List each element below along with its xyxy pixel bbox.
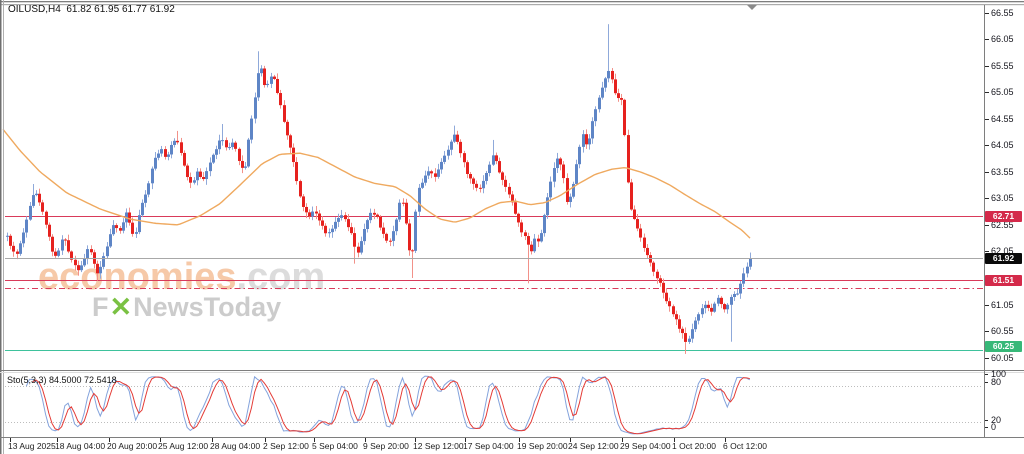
price-level-badge: 60.25 — [985, 341, 1022, 352]
price-axis-label: 65.55 — [991, 61, 1024, 71]
time-axis-label: 12 Sep 12:00 — [413, 441, 464, 451]
price-axis-label: 60.55 — [991, 326, 1024, 336]
time-axis-label: 18 Aug 04:00 — [55, 441, 105, 451]
time-axis-label: 29 Sep 04:00 — [620, 441, 671, 451]
time-axis-label: 24 Sep 12:00 — [568, 441, 619, 451]
time-axis-label: 9 Sep 20:00 — [363, 441, 409, 451]
time-axis-label: 1 Oct 20:00 — [672, 441, 716, 451]
time-axis-label: 13 Aug 2025 — [8, 441, 56, 451]
stochastic-label: Sto(5,3,3) 84.5000 72.5418 — [7, 375, 117, 385]
price-axis-label: 66.05 — [991, 34, 1024, 44]
time-axis-label: 5 Sep 04:00 — [312, 441, 358, 451]
time-axis-label: 19 Sep 20:00 — [517, 441, 568, 451]
time-axis-label: 6 Oct 12:00 — [723, 441, 767, 451]
price-level-badge: 61.51 — [985, 275, 1022, 286]
price-chart-canvas[interactable] — [0, 0, 1024, 454]
price-level-badge: 62.71 — [985, 211, 1022, 222]
time-axis-label: 28 Aug 04:00 — [210, 441, 260, 451]
price-axis-label: 64.05 — [991, 140, 1024, 150]
stoch-axis-label: 0 — [991, 422, 1024, 432]
price-axis-label: 64.55 — [991, 114, 1024, 124]
price-axis-label: 63.05 — [991, 193, 1024, 203]
price-axis-label: 63.55 — [991, 167, 1024, 177]
price-level-badge: 61.92 — [985, 253, 1022, 264]
price-axis-label: 65.05 — [991, 87, 1024, 97]
time-axis-label: 2 Sep 12:00 — [263, 441, 309, 451]
price-axis-label: 66.55 — [991, 8, 1024, 18]
time-axis-label: 20 Aug 20:00 — [107, 441, 157, 451]
time-axis-label: 17 Sep 04:00 — [463, 441, 514, 451]
price-axis-label: 61.05 — [991, 300, 1024, 310]
stoch-axis-label: 80 — [991, 377, 1024, 387]
symbol-ohlc-header: OILUSD,H4 61.82 61.95 61.77 61.92 — [8, 4, 175, 15]
chart-window: economies.com F✕NewsToday OILUSD,H4 61.8… — [0, 0, 1024, 454]
time-axis-label: 25 Aug 12:00 — [158, 441, 208, 451]
price-axis-label: 60.05 — [991, 353, 1024, 363]
